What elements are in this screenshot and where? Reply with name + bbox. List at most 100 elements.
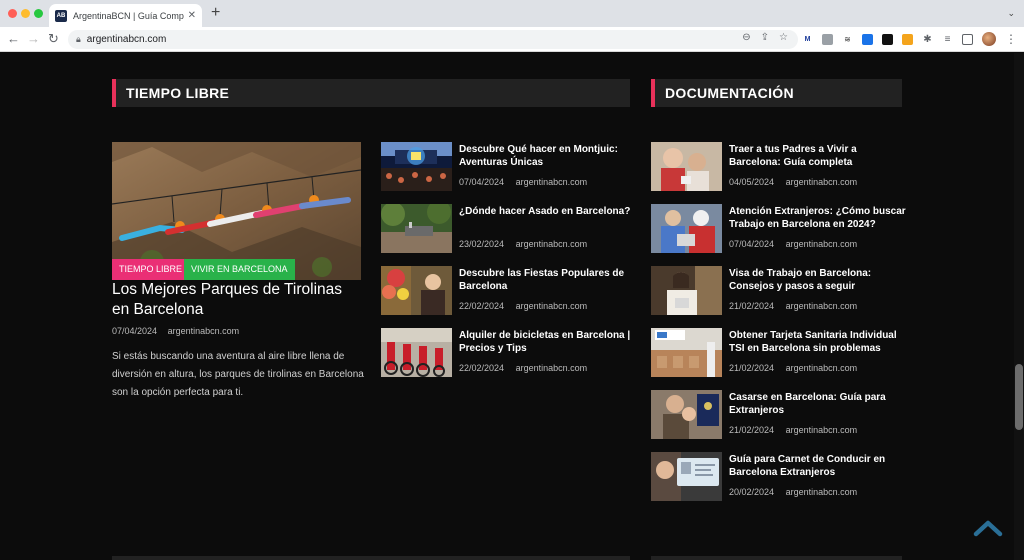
article-meta: 23/02/2024 argentinabcn.com	[459, 239, 587, 249]
extension-dark-icon[interactable]	[882, 33, 893, 45]
window-maximize-button[interactable]	[34, 9, 43, 18]
extension-blue-icon[interactable]	[862, 33, 873, 45]
article-date: 07/04/2024	[459, 177, 505, 187]
url-text: argentinabcn.com	[86, 34, 167, 45]
article-thumbnail-trabajo[interactable]	[651, 204, 722, 253]
article-thumbnail-visa[interactable]	[651, 266, 722, 315]
tab-close-icon[interactable]: ✕	[188, 10, 196, 21]
window-close-button[interactable]	[8, 9, 17, 18]
profile-avatar[interactable]	[982, 32, 996, 46]
article-title[interactable]: Obtener Tarjeta Sanitaria Individual TSI…	[729, 329, 907, 355]
back-arrow-icon[interactable]: ←	[7, 31, 20, 47]
category-tag-vivir-en-barcelona[interactable]: VIVIR EN BARCELONA	[184, 259, 295, 280]
article-author[interactable]: argentinabcn.com	[786, 177, 858, 187]
article-thumbnail-asado[interactable]	[381, 204, 452, 253]
section-heading-tiempo-libre: TIEMPO LIBRE	[112, 79, 630, 107]
article-date: 20/02/2024	[729, 487, 775, 497]
article-meta: 21/02/2024 argentinabcn.com	[729, 425, 857, 435]
next-section-heading-left	[112, 556, 630, 560]
article-title[interactable]: Guía para Carnet de Conducir en Barcelon…	[729, 453, 907, 479]
article-title[interactable]: ¿Dónde hacer Asado en Barcelona?	[459, 205, 637, 218]
extension-orange-icon[interactable]	[902, 33, 913, 45]
list-item[interactable]: Descubre Qué hacer en Montjuic: Aventura…	[381, 142, 641, 197]
featured-article-title[interactable]: Los Mejores Parques de Tirolinas en Barc…	[112, 280, 362, 319]
article-author[interactable]: argentinabcn.com	[516, 239, 588, 249]
article-thumbnail-fiestas[interactable]	[381, 266, 452, 315]
share-icon[interactable]: ⇪	[761, 32, 769, 43]
extension-layers-icon[interactable]: ≋	[842, 33, 853, 45]
new-tab-button[interactable]: +	[211, 5, 220, 21]
lock-icon: 🔒︎	[76, 34, 81, 44]
article-meta: 22/02/2024 argentinabcn.com	[459, 363, 587, 373]
section-title: DOCUMENTACIÓN	[665, 85, 794, 101]
site-favicon-icon: AB	[55, 9, 67, 22]
article-thumbnail-padres[interactable]	[651, 142, 722, 191]
article-title[interactable]: Descubre Qué hacer en Montjuic: Aventura…	[459, 143, 637, 169]
address-bar[interactable]: 🔒︎ argentinabcn.com ⊖ ⇪ ☆	[68, 30, 798, 49]
featured-article-excerpt: Si estás buscando una aventura al aire l…	[112, 351, 364, 398]
next-section-heading-right	[651, 556, 902, 560]
article-title[interactable]: Traer a tus Padres a Vivir a Barcelona: …	[729, 143, 907, 169]
section-title: TIEMPO LIBRE	[126, 85, 230, 101]
list-item[interactable]: Alquiler de bicicletas en Barcelona | Pr…	[381, 328, 641, 383]
list-item[interactable]: Obtener Tarjeta Sanitaria Individual TSI…	[651, 328, 911, 383]
article-author[interactable]: argentinabcn.com	[516, 301, 588, 311]
forward-arrow-icon[interactable]: →	[27, 31, 40, 47]
extension-m-icon[interactable]: M	[802, 33, 813, 45]
article-author[interactable]: argentinabcn.com	[786, 425, 858, 435]
scrollbar-thumb[interactable]	[1015, 364, 1023, 430]
list-item[interactable]: Descubre las Fiestas Populares de Barcel…	[381, 266, 641, 321]
article-date: 21/02/2024	[729, 301, 775, 311]
article-title[interactable]: Descubre las Fiestas Populares de Barcel…	[459, 267, 637, 293]
article-author[interactable]: argentinabcn.com	[786, 301, 858, 311]
tab-title: ArgentinaBCN | Guía Completa	[73, 10, 184, 21]
reload-icon[interactable]: ↻	[48, 31, 59, 47]
section-heading-documentacion: DOCUMENTACIÓN	[651, 79, 902, 107]
list-item[interactable]: Visa de Trabajo en Barcelona: Consejos y…	[651, 266, 911, 321]
reading-list-icon[interactable]: ≡	[942, 33, 953, 45]
article-date: 07/04/2024	[112, 326, 158, 336]
list-item[interactable]: ¿Dónde hacer Asado en Barcelona? 23/02/2…	[381, 204, 641, 259]
article-author[interactable]: argentinabcn.com	[516, 363, 588, 373]
browser-tabbar: AB ArgentinaBCN | Guía Completa ✕ + ⌄	[0, 0, 1024, 27]
category-tag-tiempo-libre[interactable]: TIEMPO LIBRE	[112, 259, 190, 280]
list-item[interactable]: Guía para Carnet de Conducir en Barcelon…	[651, 452, 911, 507]
article-title[interactable]: Alquiler de bicicletas en Barcelona | Pr…	[459, 329, 637, 355]
article-thumbnail-montjuic[interactable]	[381, 142, 452, 191]
browser-toolbar: ← → ↻ 🔒︎ argentinabcn.com ⊖ ⇪ ☆ M ≋ ✱ ≡ …	[0, 27, 1024, 52]
article-date: 21/02/2024	[729, 425, 775, 435]
extensions-puzzle-icon[interactable]: ✱	[922, 33, 933, 45]
article-meta: 22/02/2024 argentinabcn.com	[459, 301, 587, 311]
back-to-top-icon[interactable]	[973, 518, 1003, 538]
article-thumbnail-tarjeta-sanitaria[interactable]	[651, 328, 722, 377]
article-thumbnail-bicicletas[interactable]	[381, 328, 452, 377]
page-scrollbar[interactable]	[1014, 53, 1024, 560]
extension-grid-icon[interactable]	[822, 33, 833, 45]
list-item[interactable]: Traer a tus Padres a Vivir a Barcelona: …	[651, 142, 911, 197]
article-date: 07/04/2024	[729, 239, 775, 249]
article-title[interactable]: Visa de Trabajo en Barcelona: Consejos y…	[729, 267, 907, 293]
article-meta: 04/05/2024 argentinabcn.com	[729, 177, 857, 187]
list-item[interactable]: Atención Extranjeros: ¿Cómo buscar Traba…	[651, 204, 911, 259]
article-author[interactable]: argentinabcn.com	[516, 177, 588, 187]
article-author[interactable]: argentinabcn.com	[786, 487, 858, 497]
article-date: 22/02/2024	[459, 301, 505, 311]
article-date: 04/05/2024	[729, 177, 775, 187]
article-date: 23/02/2024	[459, 239, 505, 249]
article-author[interactable]: argentinabcn.com	[168, 326, 240, 336]
zoom-icon[interactable]: ⊖	[742, 32, 750, 43]
browser-menu-icon[interactable]: ⋮	[1005, 33, 1017, 45]
window-minimize-button[interactable]	[21, 9, 30, 18]
bookmark-star-icon[interactable]: ☆	[779, 32, 788, 43]
article-thumbnail-casarse[interactable]	[651, 390, 722, 439]
article-author[interactable]: argentinabcn.com	[786, 239, 858, 249]
article-thumbnail-carnet[interactable]	[651, 452, 722, 501]
article-title[interactable]: Casarse en Barcelona: Guía para Extranje…	[729, 391, 907, 417]
article-title[interactable]: Atención Extranjeros: ¿Cómo buscar Traba…	[729, 205, 907, 231]
tab-search-chevron-icon[interactable]: ⌄	[1007, 8, 1015, 19]
featured-article-meta: 07/04/2024 argentinabcn.com	[112, 326, 239, 336]
browser-tab-active[interactable]: AB ArgentinaBCN | Guía Completa ✕	[49, 4, 202, 27]
list-item[interactable]: Casarse en Barcelona: Guía para Extranje…	[651, 390, 911, 445]
side-panel-icon[interactable]	[962, 33, 973, 45]
article-author[interactable]: argentinabcn.com	[786, 363, 858, 373]
